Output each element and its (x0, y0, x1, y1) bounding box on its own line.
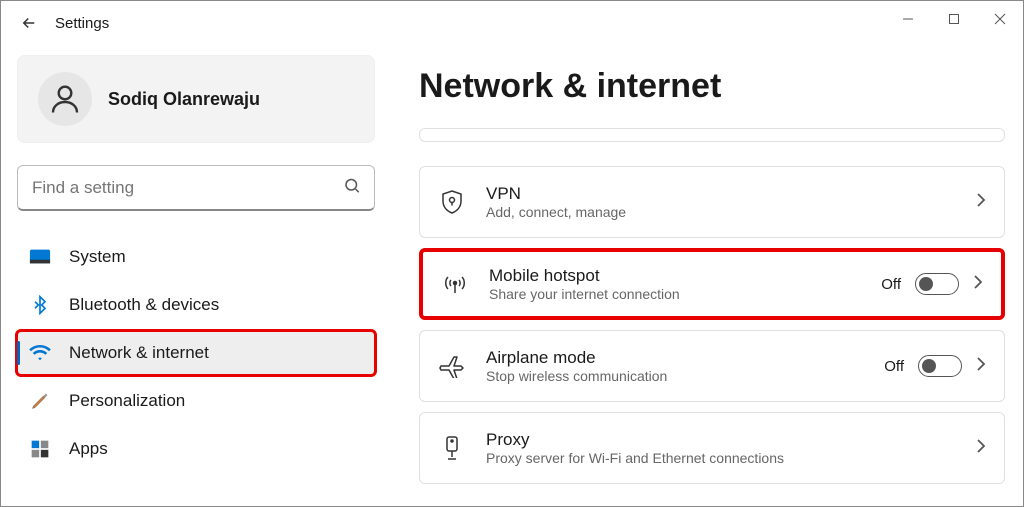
setting-sub: Stop wireless communication (486, 368, 864, 384)
sidebar-item-label: Bluetooth & devices (69, 295, 219, 315)
sidebar-item-bluetooth[interactable]: Bluetooth & devices (17, 283, 375, 327)
sidebar-item-personalization[interactable]: Personalization (17, 379, 375, 423)
sidebar-item-label: Personalization (69, 391, 185, 411)
bluetooth-icon (27, 295, 53, 315)
chevron-right-icon (976, 356, 986, 377)
setting-row-previous[interactable] (419, 128, 1005, 142)
person-icon (47, 81, 83, 117)
system-icon (27, 248, 53, 266)
toggle-state: Off (881, 276, 901, 293)
hotspot-icon (441, 273, 469, 295)
chevron-right-icon (976, 192, 986, 213)
hotspot-toggle[interactable] (915, 273, 959, 295)
arrow-left-icon (20, 14, 38, 32)
close-icon (994, 13, 1006, 25)
maximize-icon (948, 13, 960, 25)
setting-sub: Add, connect, manage (486, 204, 956, 220)
sidebar-item-label: Apps (69, 439, 108, 459)
chevron-right-icon (973, 274, 983, 295)
setting-title: VPN (486, 184, 956, 204)
wifi-icon (27, 344, 53, 362)
page-title: Network & internet (419, 67, 1005, 106)
airplane-icon (438, 354, 466, 378)
user-card[interactable]: Sodiq Olanrewaju (17, 55, 375, 143)
setting-row-airplane[interactable]: Airplane mode Stop wireless communicatio… (419, 330, 1005, 402)
sidebar-item-label: Network & internet (69, 343, 209, 363)
setting-row-vpn[interactable]: VPN Add, connect, manage (419, 166, 1005, 238)
minimize-button[interactable] (885, 1, 931, 37)
paintbrush-icon (27, 391, 53, 411)
proxy-icon (438, 435, 466, 461)
window-title: Settings (55, 15, 109, 32)
chevron-right-icon (976, 438, 986, 459)
search-input[interactable] (17, 165, 375, 211)
minimize-icon (902, 13, 914, 25)
maximize-button[interactable] (931, 1, 977, 37)
back-button[interactable] (9, 3, 49, 43)
user-name: Sodiq Olanrewaju (108, 89, 260, 110)
setting-sub: Proxy server for Wi-Fi and Ethernet conn… (486, 450, 956, 466)
airplane-toggle[interactable] (918, 355, 962, 377)
shield-icon (438, 189, 466, 215)
sidebar-item-apps[interactable]: Apps (17, 427, 375, 471)
apps-icon (27, 439, 53, 459)
avatar (38, 72, 92, 126)
sidebar-item-label: System (69, 247, 126, 267)
setting-row-hotspot[interactable]: Mobile hotspot Share your internet conne… (419, 248, 1005, 320)
setting-title: Airplane mode (486, 348, 864, 368)
search-icon (343, 177, 361, 200)
setting-title: Proxy (486, 430, 956, 450)
setting-row-proxy[interactable]: Proxy Proxy server for Wi-Fi and Etherne… (419, 412, 1005, 484)
close-button[interactable] (977, 1, 1023, 37)
sidebar-item-system[interactable]: System (17, 235, 375, 279)
setting-sub: Share your internet connection (489, 286, 861, 302)
toggle-state: Off (884, 358, 904, 375)
setting-title: Mobile hotspot (489, 266, 861, 286)
sidebar-item-network[interactable]: Network & internet (17, 331, 375, 375)
